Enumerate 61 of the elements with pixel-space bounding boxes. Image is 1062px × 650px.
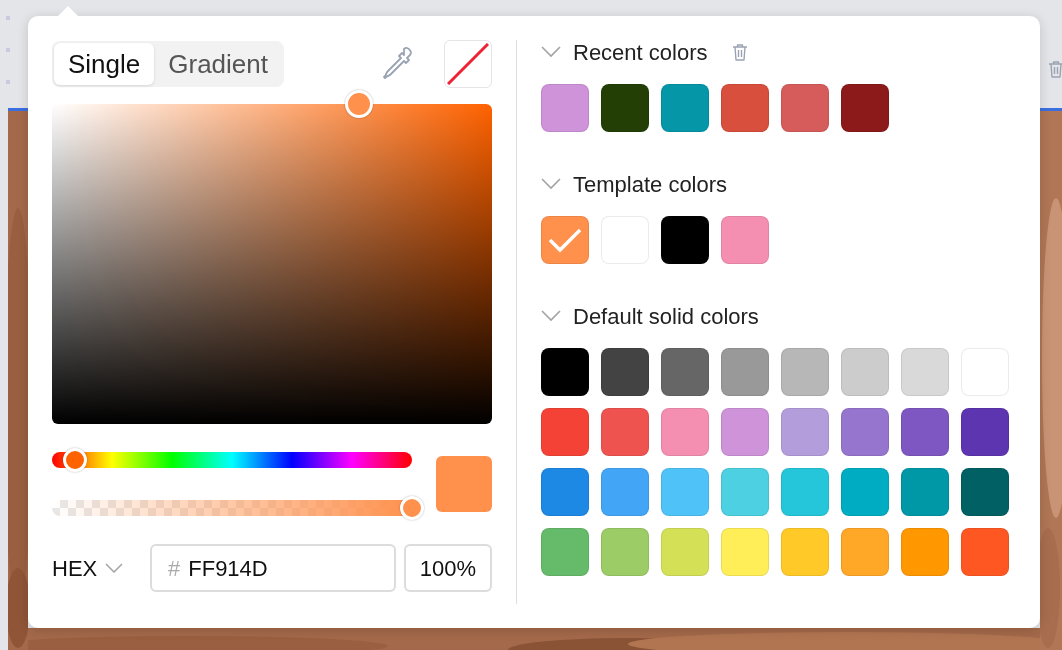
color-swatch[interactable] (601, 408, 649, 456)
color-swatch[interactable] (901, 468, 949, 516)
section-header[interactable]: Default solid colors (541, 292, 1016, 340)
mode-tab[interactable]: Single (54, 43, 155, 85)
color-swatch[interactable] (841, 84, 889, 132)
color-swatch[interactable] (901, 408, 949, 456)
color-swatch[interactable] (961, 408, 1009, 456)
color-swatch[interactable] (601, 528, 649, 576)
color-swatch[interactable] (541, 84, 589, 132)
color-swatch[interactable] (781, 348, 829, 396)
color-swatch[interactable] (661, 348, 709, 396)
checkmark-icon (548, 227, 582, 253)
caret-icon (105, 563, 124, 573)
color-swatch[interactable] (661, 408, 709, 456)
color-swatch[interactable] (841, 528, 889, 576)
hash-prefix: # (168, 554, 181, 583)
section-header[interactable]: Recent colors (541, 28, 1016, 76)
color-swatch[interactable] (661, 216, 709, 264)
color-swatch[interactable] (721, 408, 769, 456)
color-swatch[interactable] (541, 528, 589, 576)
color-swatch[interactable] (901, 528, 949, 576)
color-swatch[interactable] (601, 468, 649, 516)
color-swatch[interactable] (781, 84, 829, 132)
hex-value: FF914D (188, 554, 268, 583)
color-swatch[interactable] (541, 408, 589, 456)
picker-handle[interactable] (345, 90, 374, 118)
color-swatch[interactable] (541, 348, 589, 396)
color-swatch[interactable] (601, 84, 649, 132)
color-swatch[interactable] (961, 528, 1009, 576)
color-swatch[interactable] (661, 84, 709, 132)
color-swatch[interactable] (541, 468, 589, 516)
format-dropdown[interactable]: HEX (52, 551, 142, 585)
saturation-value-area[interactable] (52, 104, 492, 424)
no-color-button[interactable] (444, 40, 492, 88)
mode-tab[interactable]: Gradient (154, 43, 282, 85)
color-swatch[interactable] (721, 216, 769, 264)
color-swatch[interactable] (721, 528, 769, 576)
trash-icon[interactable] (731, 43, 748, 61)
color-swatch[interactable] (721, 84, 769, 132)
hex-input[interactable]: # FF914D (150, 544, 396, 592)
opacity-input[interactable]: 100% (404, 544, 492, 592)
color-swatch[interactable] (721, 348, 769, 396)
color-swatch[interactable] (781, 528, 829, 576)
slider-thumb[interactable] (400, 496, 424, 520)
color-swatch[interactable] (961, 468, 1009, 516)
color-swatch[interactable] (661, 528, 709, 576)
no-color-icon (447, 43, 489, 85)
color-preview (436, 456, 492, 512)
color-swatch[interactable] (841, 348, 889, 396)
color-swatch[interactable] (781, 468, 829, 516)
color-swatch[interactable] (841, 408, 889, 456)
color-swatch[interactable] (721, 468, 769, 516)
color-swatch[interactable] (781, 408, 829, 456)
color-swatch[interactable] (601, 348, 649, 396)
trash-icon[interactable] (1048, 60, 1062, 78)
color-swatch[interactable] (901, 348, 949, 396)
color-swatch[interactable] (541, 216, 589, 264)
slider-thumb[interactable] (63, 448, 88, 472)
color-swatch[interactable] (841, 468, 889, 516)
color-swatch[interactable] (661, 468, 709, 516)
section-header[interactable]: Template colors (541, 160, 1016, 208)
